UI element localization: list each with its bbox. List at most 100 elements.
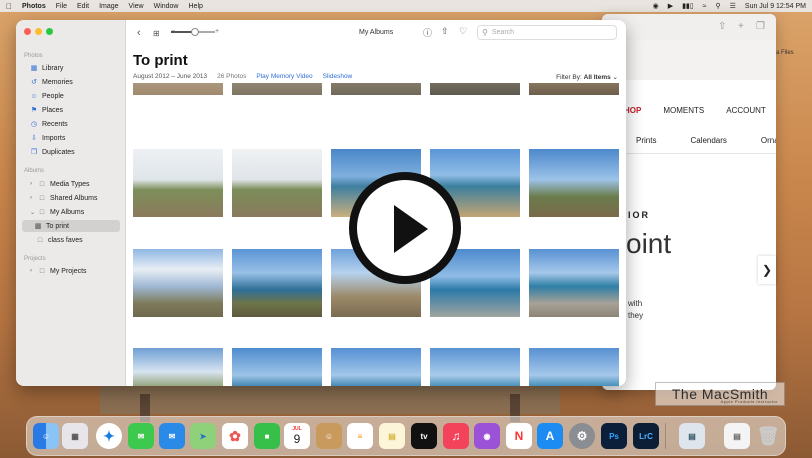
- tv-icon[interactable]: tv: [411, 423, 437, 449]
- contacts-icon[interactable]: ☺: [316, 423, 342, 449]
- photo-thumbnail[interactable]: [331, 348, 421, 386]
- zoom-window-button[interactable]: [46, 28, 53, 35]
- photo-thumbnail[interactable]: [133, 149, 223, 217]
- sidebar-item-memories[interactable]: ↺ Memories: [24, 76, 120, 88]
- play-icon[interactable]: [394, 205, 428, 253]
- share-icon[interactable]: ⇧: [718, 21, 726, 32]
- sidebar-item-class-faves[interactable]: □ class faves: [24, 234, 120, 246]
- facetime-icon[interactable]: ■: [254, 423, 280, 449]
- photo-thumbnail[interactable]: [133, 348, 223, 386]
- photo-thumbnail[interactable]: [529, 348, 619, 386]
- music-icon[interactable]: ♫: [443, 423, 469, 449]
- nav-account[interactable]: ACCOUNT: [726, 106, 766, 115]
- record-icon[interactable]: ◉: [653, 2, 659, 10]
- slideshow-link[interactable]: Slideshow: [323, 73, 353, 80]
- reminders-icon[interactable]: ≡: [347, 423, 373, 449]
- battery-icon[interactable]: ▮▮▯: [682, 2, 694, 10]
- photoshop-icon[interactable]: Ps: [601, 423, 627, 449]
- chevron-right-icon[interactable]: ›: [30, 195, 36, 201]
- sidebar-item-people[interactable]: ☺ People: [24, 90, 120, 102]
- lightroom-classic-icon[interactable]: LrC: [633, 423, 659, 449]
- info-icon[interactable]: ⓘ: [423, 26, 432, 39]
- photo-thumbnail[interactable]: [430, 83, 520, 95]
- wifi-icon[interactable]: ≈: [703, 3, 707, 10]
- sidebar-item-duplicates[interactable]: ❐ Duplicates: [24, 146, 120, 158]
- control-center-icon[interactable]: ☰: [730, 2, 736, 10]
- menu-help[interactable]: Help: [189, 3, 203, 10]
- photo-thumbnail[interactable]: [529, 83, 619, 95]
- photo-thumbnail[interactable]: [232, 149, 322, 217]
- sidebar-item-library[interactable]: ▦ Library: [24, 62, 120, 74]
- app-store-icon[interactable]: A: [537, 423, 563, 449]
- zoom-in-icon[interactable]: +: [215, 28, 219, 35]
- hero-kicker: IOR: [628, 210, 651, 220]
- menu-edit[interactable]: Edit: [77, 3, 89, 10]
- background-browser-window[interactable]: ⇧ + ❐ HOP MOMENTS ACCOUNT 🛒 Prints Calen…: [602, 14, 776, 390]
- maps-icon[interactable]: ➤: [190, 423, 216, 449]
- play-status-icon[interactable]: ▶: [668, 2, 673, 10]
- search-input[interactable]: ⚲ Search: [477, 25, 617, 40]
- photo-thumbnail[interactable]: [232, 348, 322, 386]
- chevron-down-icon[interactable]: ⌄: [30, 209, 36, 216]
- photo-thumbnail[interactable]: [133, 249, 223, 317]
- crop-icon[interactable]: ⊞: [153, 29, 160, 38]
- menu-image[interactable]: Image: [99, 3, 118, 10]
- sidebar-item-shared-albums[interactable]: › □ Shared Albums: [24, 192, 120, 204]
- trash-icon[interactable]: 🗑: [755, 423, 781, 449]
- photo-thumbnail[interactable]: [232, 249, 322, 317]
- messages-icon[interactable]: ✉: [128, 423, 154, 449]
- photo-thumbnail[interactable]: [331, 83, 421, 95]
- mail-icon[interactable]: ✉: [159, 423, 185, 449]
- preview-icon[interactable]: ▤: [679, 423, 705, 449]
- menu-photos[interactable]: Photos: [22, 3, 46, 10]
- sidebar-item-recents[interactable]: ◷ Recents: [24, 118, 120, 130]
- new-tab-icon[interactable]: +: [738, 21, 744, 32]
- menu-window[interactable]: Window: [154, 3, 179, 10]
- photo-thumbnail[interactable]: [529, 249, 619, 317]
- chevron-right-icon[interactable]: ›: [30, 181, 36, 187]
- calendar-icon[interactable]: JUL 9: [284, 423, 310, 449]
- nav-shop[interactable]: HOP: [624, 106, 641, 115]
- photo-thumbnail[interactable]: [430, 348, 520, 386]
- zoom-slider-knob[interactable]: [191, 28, 200, 36]
- subnav-prints[interactable]: Prints: [636, 136, 656, 153]
- photo-thumbnail[interactable]: [232, 83, 322, 95]
- sidebar-item-to-print[interactable]: ▩ To print: [22, 220, 120, 232]
- minimize-window-button[interactable]: [35, 28, 42, 35]
- sidebar-item-media-types[interactable]: › □ Media Types: [24, 178, 120, 190]
- subnav-calendars[interactable]: Calendars: [690, 136, 726, 153]
- menu-file[interactable]: File: [56, 3, 67, 10]
- sidebar-item-my-projects[interactable]: › □ My Projects: [24, 265, 120, 277]
- photo-thumbnail[interactable]: [529, 149, 619, 217]
- desktop-file-label[interactable]: a Files: [776, 50, 812, 56]
- launchpad-icon[interactable]: ▦: [62, 423, 88, 449]
- filter-dropdown[interactable]: Filter By: All Items ⌄: [556, 73, 618, 81]
- carousel-next-icon[interactable]: ❯: [758, 256, 776, 284]
- notes-icon[interactable]: ▤: [379, 423, 405, 449]
- sidebar-item-my-albums[interactable]: ⌄ □ My Albums: [24, 206, 120, 218]
- apple-menu-icon[interactable]: : [6, 2, 12, 11]
- sidebar-item-places[interactable]: ⚑ Places: [24, 104, 120, 116]
- subnav-ornaments[interactable]: Ornaments: [761, 136, 776, 153]
- finder-icon[interactable]: ☺: [33, 423, 59, 449]
- system-settings-icon[interactable]: ⚙: [569, 423, 595, 449]
- spotlight-icon[interactable]: ⚲: [715, 2, 720, 10]
- menu-view[interactable]: View: [129, 3, 144, 10]
- safari-icon[interactable]: ✦: [96, 423, 122, 449]
- share-icon[interactable]: ⇧: [441, 26, 449, 37]
- news-icon[interactable]: N: [506, 423, 532, 449]
- zoom-slider[interactable]: [171, 28, 215, 36]
- tabs-overview-icon[interactable]: ❐: [756, 21, 765, 32]
- documents-icon[interactable]: ▤: [724, 423, 750, 449]
- chevron-right-icon[interactable]: ›: [30, 268, 36, 274]
- nav-moments[interactable]: MOMENTS: [663, 106, 704, 115]
- sidebar-item-imports[interactable]: ⇩ Imports: [24, 132, 120, 144]
- favorite-heart-icon[interactable]: ♡: [459, 26, 467, 37]
- back-arrow-icon[interactable]: ‹: [137, 27, 141, 39]
- photos-app-icon[interactable]: ✿: [222, 423, 248, 449]
- close-window-button[interactable]: [24, 28, 31, 35]
- podcasts-icon[interactable]: ◉: [474, 423, 500, 449]
- menubar-clock[interactable]: Sun Jul 9 12:54 PM: [745, 3, 806, 10]
- photo-thumbnail[interactable]: [133, 83, 223, 95]
- play-memory-video-link[interactable]: Play Memory Video: [256, 73, 312, 80]
